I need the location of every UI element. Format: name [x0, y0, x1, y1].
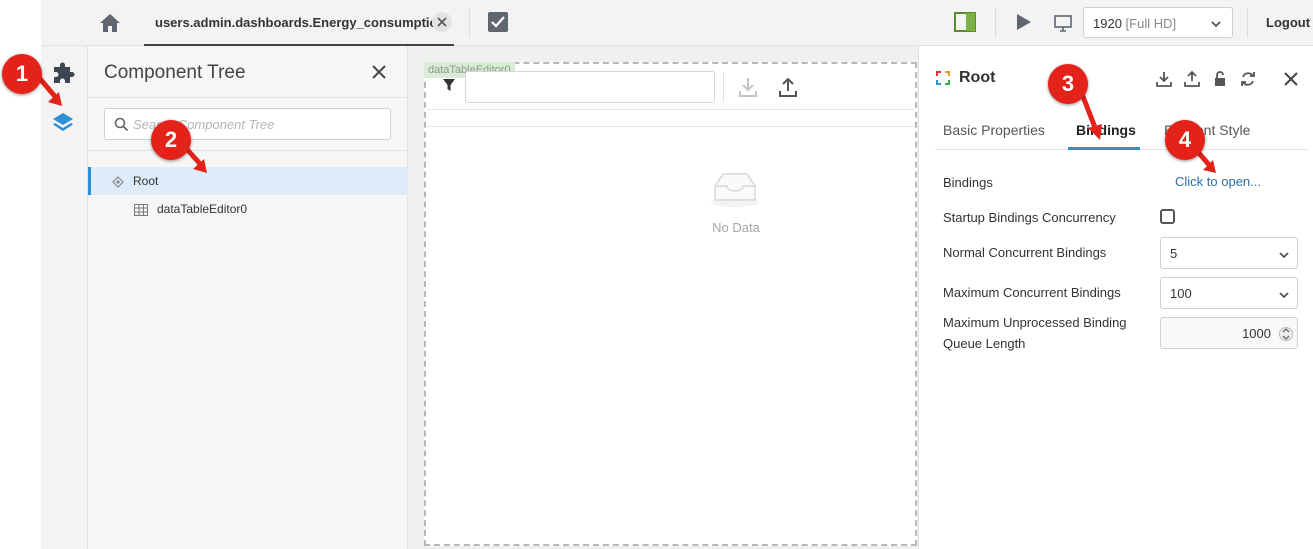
normal-concurrent-label: Normal Concurrent Bindings — [943, 245, 1107, 260]
divider — [426, 109, 915, 110]
divider — [1247, 8, 1248, 38]
number-value: 1000 — [1242, 326, 1271, 341]
download-icon[interactable] — [737, 76, 759, 98]
search-icon — [114, 117, 129, 132]
left-rail — [41, 46, 88, 549]
check-icon[interactable] — [487, 11, 509, 33]
panel-toggle-icon[interactable] — [954, 12, 976, 32]
upload-icon[interactable] — [1183, 70, 1201, 88]
unlock-icon[interactable] — [1211, 70, 1229, 88]
chevron-down-icon — [1278, 288, 1290, 300]
marker-arrow — [1196, 150, 1216, 173]
startup-concurrency-label: Startup Bindings Concurrency — [943, 210, 1116, 225]
component-tree-panel: Component Tree Root dataTableEditor0 — [88, 46, 408, 549]
play-icon[interactable] — [1013, 12, 1033, 32]
startup-concurrency-checkbox[interactable] — [1160, 209, 1175, 224]
chevron-down-icon — [1210, 17, 1222, 29]
tree-search-box — [104, 108, 391, 140]
tree-item-label: Root — [133, 174, 159, 188]
tab-dashboard[interactable]: users.admin.dashboards.Energy_consumptio… — [144, 0, 454, 46]
filter-input[interactable] — [465, 71, 715, 103]
close-icon[interactable] — [1283, 71, 1299, 87]
panel-title: Component Tree — [104, 62, 246, 83]
resolution-select[interactable]: 1920 [Full HD] — [1083, 7, 1233, 38]
bindings-label: Bindings — [943, 175, 993, 190]
annotation-marker-3: 3 — [1048, 64, 1088, 104]
divider — [88, 97, 408, 98]
max-concurrent-select[interactable]: 100 — [1160, 277, 1298, 309]
table-header-row — [426, 126, 915, 127]
data-table-editor[interactable]: dataTableEditor0 No Data — [424, 62, 917, 546]
diamond-icon — [112, 175, 124, 188]
divider — [88, 150, 408, 151]
divider — [995, 8, 996, 38]
resolution-value: 1920 [Full HD] — [1093, 16, 1177, 31]
download-icon[interactable] — [1155, 70, 1173, 88]
annotation-marker-2: 2 — [151, 120, 191, 160]
divider — [469, 8, 470, 38]
max-queue-input[interactable]: 1000 — [1160, 317, 1298, 349]
root-component-icon — [935, 70, 951, 86]
tree-item-root[interactable]: Root — [88, 167, 408, 195]
tab-basic-properties[interactable]: Basic Properties — [943, 122, 1045, 138]
divider — [723, 72, 724, 102]
property-tabs: Basic Properties Bindings Element Style — [935, 110, 1309, 150]
chevron-down-icon — [1278, 248, 1290, 260]
table-icon — [134, 203, 148, 216]
refresh-icon[interactable] — [1239, 70, 1257, 88]
marker-arrow — [1079, 93, 1102, 140]
spinner-arrows-icon[interactable] — [1279, 324, 1293, 344]
tree-item-datatableeditor[interactable]: dataTableEditor0 — [88, 195, 408, 223]
select-value: 5 — [1170, 246, 1178, 261]
empty-inbox-icon — [709, 168, 761, 208]
close-tab-icon[interactable] — [432, 12, 452, 32]
close-icon[interactable] — [371, 64, 387, 80]
filter-icon[interactable] — [442, 78, 456, 92]
monitor-icon — [1053, 13, 1073, 33]
annotation-marker-1: 1 — [2, 54, 42, 94]
panel-title: Root — [959, 69, 996, 86]
home-icon[interactable] — [98, 11, 122, 35]
select-value: 100 — [1170, 286, 1192, 301]
tab-dashboard-label: users.admin.dashboards.Energy_consumptio… — [155, 15, 446, 30]
max-queue-label: Maximum Unprocessed Binding Queue Length — [943, 315, 1127, 351]
design-canvas: dataTableEditor0 No Data — [408, 46, 918, 549]
logout-button[interactable]: Logout — [1266, 15, 1310, 30]
top-toolbar: users.admin.dashboards.Energy_consumptio… — [41, 0, 1313, 46]
marker-arrow — [183, 145, 207, 173]
upload-icon[interactable] — [777, 76, 799, 98]
max-concurrent-label: Maximum Concurrent Bindings — [943, 285, 1121, 300]
normal-concurrent-select[interactable]: 5 — [1160, 237, 1298, 269]
empty-state-text: No Data — [712, 220, 760, 235]
annotation-marker-4: 4 — [1165, 120, 1205, 160]
tree-item-label: dataTableEditor0 — [157, 202, 248, 216]
